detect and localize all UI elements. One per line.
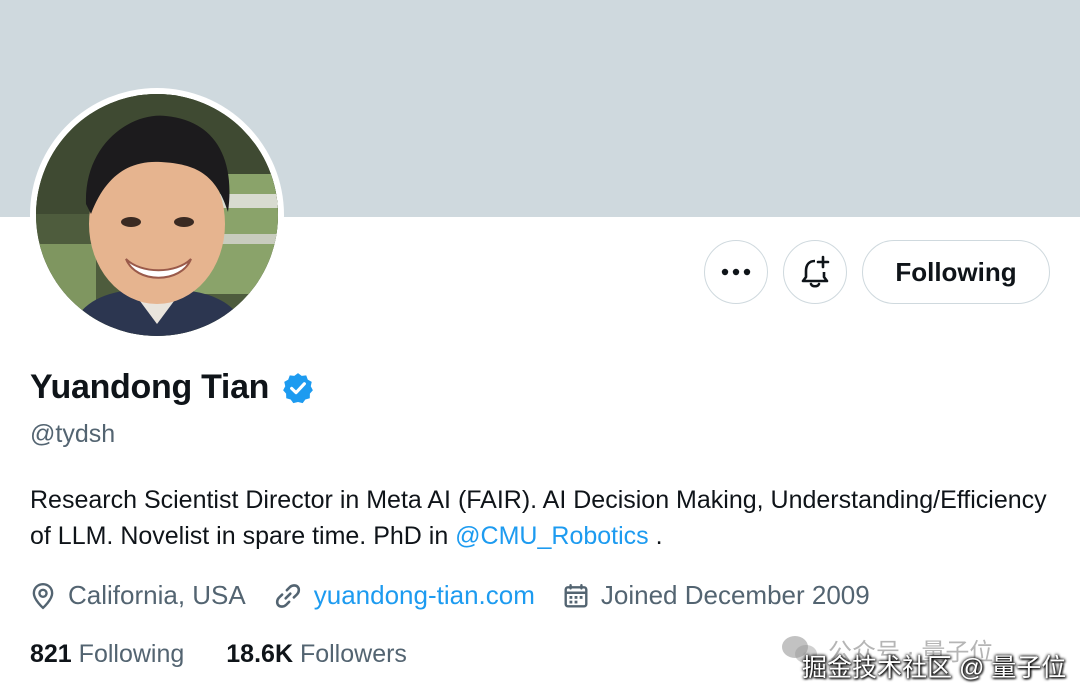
watermark: 公众号 · 量子位 掘金技术社区 @ 量子位 (780, 630, 1070, 690)
avatar[interactable] (30, 88, 284, 342)
display-name: Yuandong Tian (30, 368, 270, 406)
following-count: 821 (30, 640, 72, 668)
calendar-icon (564, 583, 588, 607)
user-handle: @tydsh (30, 420, 116, 448)
location: California, USA (30, 580, 246, 611)
profile-name-row: Yuandong Tian (30, 368, 315, 407)
bio-text-end: . (648, 522, 663, 550)
join-date-text: Joined December 2009 (600, 580, 870, 610)
more-options-button[interactable] (704, 240, 768, 304)
bio-mention-link[interactable]: @CMU_Robotics (455, 522, 648, 550)
link-icon (275, 583, 300, 608)
following-button[interactable]: Following (862, 240, 1050, 304)
profile-bio: Research Scientist Director in Meta AI (… (30, 482, 1060, 554)
followers-label: Followers (299, 640, 407, 668)
bell-plus-icon (801, 255, 830, 288)
location-text: California, USA (68, 580, 246, 610)
profile-meta: California, USA yuandong-tian.com Joined… (30, 580, 898, 611)
following-label: Following (78, 640, 185, 668)
follow-stats: 821 Following 18.6K Followers (30, 640, 449, 669)
following-button-label: Following (895, 256, 1017, 287)
notifications-button[interactable] (783, 240, 847, 304)
watermark-bottom-text: 掘金技术社区 @ 量子位 (802, 654, 1067, 682)
website[interactable]: yuandong-tian.com (274, 580, 535, 611)
join-date: Joined December 2009 (563, 580, 870, 611)
avatar-photo (36, 94, 278, 336)
ellipsis-icon (721, 268, 751, 276)
website-link[interactable]: yuandong-tian.com (314, 580, 535, 611)
followers-count: 18.6K (226, 640, 293, 668)
verified-badge-icon[interactable] (281, 371, 315, 405)
following-stat[interactable]: 821 Following (30, 640, 184, 669)
location-pin-icon (32, 582, 54, 609)
followers-stat[interactable]: 18.6K Followers (226, 640, 407, 669)
